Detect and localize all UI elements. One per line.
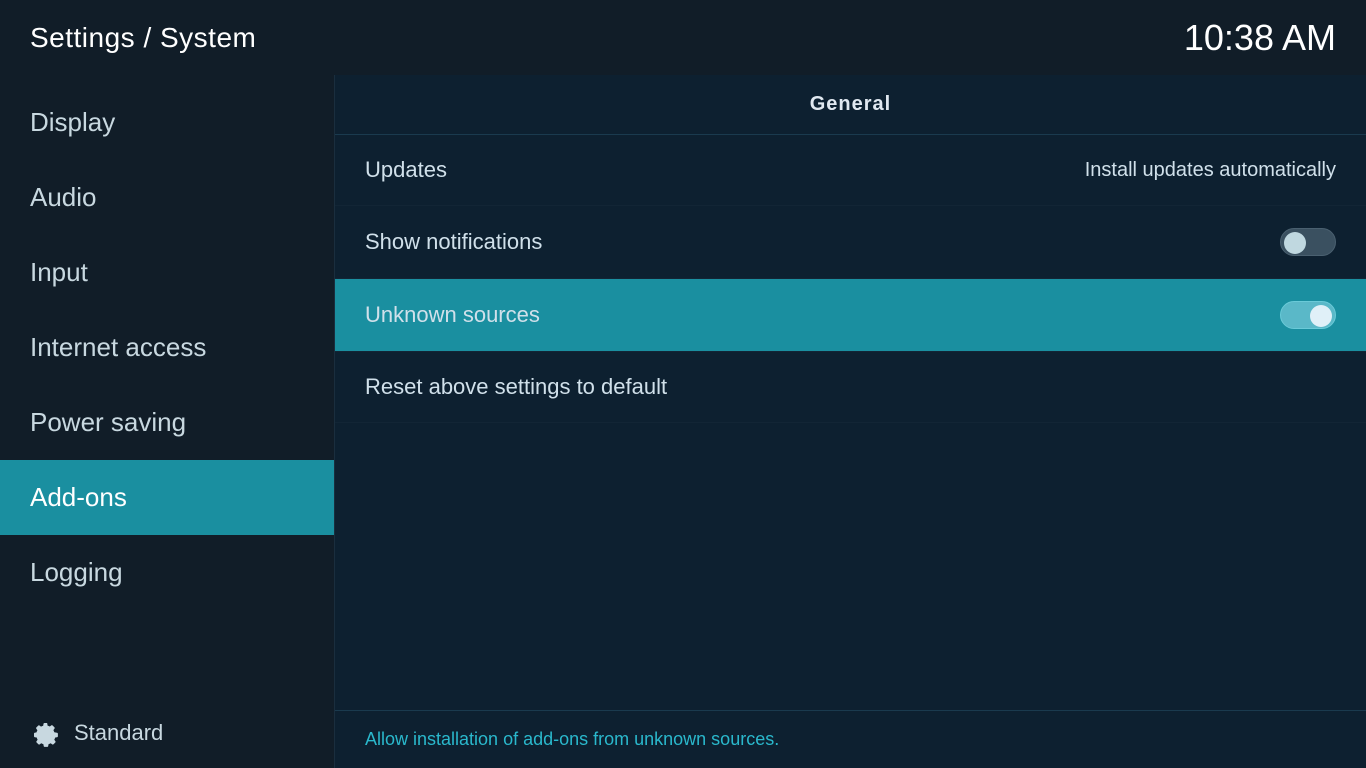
setting-label-show-notifications: Show notifications bbox=[365, 229, 542, 255]
sidebar-footer[interactable]: Standard bbox=[0, 698, 334, 768]
setting-value-updates: Install updates automatically bbox=[1085, 159, 1336, 182]
sidebar: Display Audio Input Internet access Powe… bbox=[0, 75, 335, 768]
sidebar-item-power-saving[interactable]: Power saving bbox=[0, 385, 334, 460]
toggle-knob-show-notifications bbox=[1284, 232, 1306, 254]
section-header: General bbox=[335, 75, 1366, 135]
sidebar-label-internet-access: Internet access bbox=[30, 332, 206, 363]
sidebar-item-add-ons[interactable]: Add-ons bbox=[0, 460, 334, 535]
toggle-knob-unknown-sources bbox=[1310, 305, 1332, 327]
clock: 10:38 AM bbox=[1184, 17, 1336, 59]
sidebar-label-add-ons: Add-ons bbox=[30, 482, 127, 513]
toggle-show-notifications[interactable] bbox=[1280, 228, 1336, 256]
sidebar-item-internet-access[interactable]: Internet access bbox=[0, 310, 334, 385]
sidebar-item-display[interactable]: Display bbox=[0, 85, 334, 160]
gear-icon bbox=[30, 718, 60, 748]
header: Settings / System 10:38 AM bbox=[0, 0, 1366, 75]
setting-row-reset[interactable]: Reset above settings to default bbox=[335, 352, 1366, 423]
content-footer: Allow installation of add-ons from unkno… bbox=[335, 710, 1366, 768]
page-title: Settings / System bbox=[30, 22, 256, 54]
setting-row-updates[interactable]: Updates Install updates automatically bbox=[335, 135, 1366, 206]
setting-label-updates: Updates bbox=[365, 157, 447, 183]
setting-row-show-notifications[interactable]: Show notifications bbox=[335, 206, 1366, 279]
setting-row-unknown-sources[interactable]: Unknown sources bbox=[335, 279, 1366, 352]
sidebar-label-logging: Logging bbox=[30, 557, 123, 588]
setting-label-reset: Reset above settings to default bbox=[365, 374, 667, 400]
sidebar-item-input[interactable]: Input bbox=[0, 235, 334, 310]
settings-level-label: Standard bbox=[74, 720, 163, 746]
sidebar-label-power-saving: Power saving bbox=[30, 407, 186, 438]
footer-hint: Allow installation of add-ons from unkno… bbox=[365, 729, 779, 749]
setting-label-unknown-sources: Unknown sources bbox=[365, 302, 540, 328]
sidebar-label-display: Display bbox=[30, 107, 115, 138]
sidebar-item-audio[interactable]: Audio bbox=[0, 160, 334, 235]
section-title: General bbox=[810, 93, 891, 115]
content-area: General Updates Install updates automati… bbox=[335, 75, 1366, 768]
sidebar-label-input: Input bbox=[30, 257, 88, 288]
sidebar-label-audio: Audio bbox=[30, 182, 97, 213]
sidebar-item-logging[interactable]: Logging bbox=[0, 535, 334, 610]
main-layout: Display Audio Input Internet access Powe… bbox=[0, 75, 1366, 768]
settings-list: Updates Install updates automatically Sh… bbox=[335, 135, 1366, 710]
toggle-unknown-sources[interactable] bbox=[1280, 301, 1336, 329]
